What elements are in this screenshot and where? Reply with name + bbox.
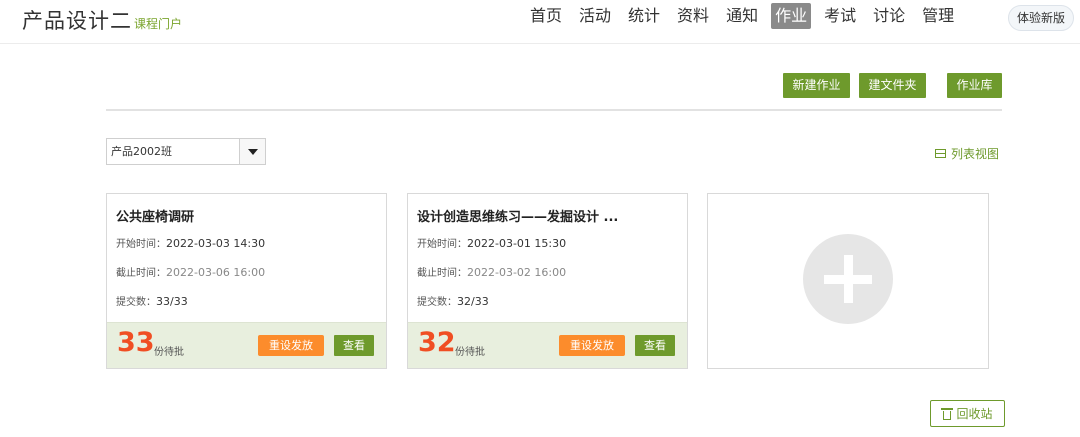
end-time-label: 截止时间： xyxy=(417,268,467,279)
course-portal-link[interactable]: 课程门户 xyxy=(134,15,182,32)
pending-label: 份待批 xyxy=(455,347,485,358)
try-new-version-button[interactable]: 体验新版 xyxy=(1008,5,1074,31)
pending-count: 33 xyxy=(117,327,155,358)
assignment-title[interactable]: 设计创造思维练习——发掘设计 ... xyxy=(417,206,678,225)
top-header: 产品设计二 课程门户 首页 活动 统计 资料 通知 作业 考试 讨论 管理 体验… xyxy=(0,0,1080,44)
pending-count: 32 xyxy=(418,327,456,358)
assignment-card: 设计创造思维练习——发掘设计 ... 开始时间：2022-03-01 15:30… xyxy=(407,193,688,369)
caret-down-icon xyxy=(247,148,258,155)
start-time-row: 开始时间：2022-03-01 15:30 xyxy=(417,235,678,250)
card-footer: 32 份待批 重设发放 查看 xyxy=(408,322,687,368)
end-time-value: 2022-03-06 16:00 xyxy=(166,266,266,279)
pending-label: 份待批 xyxy=(154,347,184,358)
plus-icon xyxy=(803,234,893,324)
view-button[interactable]: 查看 xyxy=(334,335,374,356)
card-footer: 33 份待批 重设发放 查看 xyxy=(107,322,386,368)
start-time-value: 2022-03-01 15:30 xyxy=(467,237,567,250)
recycle-bin-label: 回收站 xyxy=(956,407,993,421)
nav-activities[interactable]: 活动 xyxy=(575,3,615,29)
assignment-library-button[interactable]: 作业库 xyxy=(947,73,1002,98)
submitted-value: 32/33 xyxy=(457,295,489,308)
nav-management[interactable]: 管理 xyxy=(918,3,958,29)
add-assignment-card[interactable] xyxy=(707,193,989,369)
course-title: 产品设计二 xyxy=(22,9,132,33)
submitted-row: 提交数：33/33 xyxy=(116,293,377,308)
end-time-row: 截止时间：2022-03-02 16:00 xyxy=(417,264,678,279)
nav-materials[interactable]: 资料 xyxy=(673,3,713,29)
submitted-row: 提交数：32/33 xyxy=(417,293,678,308)
reset-distribute-button[interactable]: 重设发放 xyxy=(258,335,324,356)
new-folder-button[interactable]: 建文件夹 xyxy=(859,73,926,98)
nav-statistics[interactable]: 统计 xyxy=(624,3,664,29)
main-nav: 首页 活动 统计 资料 通知 作业 考试 讨论 管理 xyxy=(526,3,958,29)
list-view-label: 列表视图 xyxy=(951,147,1000,161)
submitted-label: 提交数： xyxy=(417,297,457,308)
start-time-row: 开始时间：2022-03-03 14:30 xyxy=(116,235,377,250)
nav-exams[interactable]: 考试 xyxy=(820,3,860,29)
assignment-title[interactable]: 公共座椅调研 xyxy=(116,206,377,225)
toolbar-divider xyxy=(106,109,1002,111)
list-view-icon xyxy=(935,149,946,158)
end-time-label: 截止时间： xyxy=(116,268,166,279)
dropdown-toggle[interactable] xyxy=(239,139,265,164)
assignment-card: 公共座椅调研 开始时间：2022-03-03 14:30 截止时间：2022-0… xyxy=(106,193,387,369)
submitted-value: 33/33 xyxy=(156,295,188,308)
recycle-bin-button[interactable]: 回收站 xyxy=(930,400,1005,427)
nav-notices[interactable]: 通知 xyxy=(722,3,762,29)
course-brand: 产品设计二 课程门户 xyxy=(22,5,182,35)
start-time-label: 开始时间： xyxy=(417,239,467,250)
trash-icon xyxy=(941,407,954,420)
class-select-value: 产品2002班 xyxy=(111,145,172,158)
nav-home[interactable]: 首页 xyxy=(526,3,566,29)
submitted-label: 提交数： xyxy=(116,297,156,308)
new-assignment-button[interactable]: 新建作业 xyxy=(783,73,850,98)
class-select[interactable]: 产品2002班 xyxy=(106,138,266,165)
reset-distribute-button[interactable]: 重设发放 xyxy=(559,335,625,356)
end-time-row: 截止时间：2022-03-06 16:00 xyxy=(116,264,377,279)
view-button[interactable]: 查看 xyxy=(635,335,675,356)
nav-discussions[interactable]: 讨论 xyxy=(869,3,909,29)
end-time-value: 2022-03-02 16:00 xyxy=(467,266,567,279)
nav-assignments[interactable]: 作业 xyxy=(771,3,812,29)
list-view-toggle[interactable]: 列表视图 xyxy=(935,145,999,162)
start-time-label: 开始时间： xyxy=(116,239,166,250)
start-time-value: 2022-03-03 14:30 xyxy=(166,237,266,250)
